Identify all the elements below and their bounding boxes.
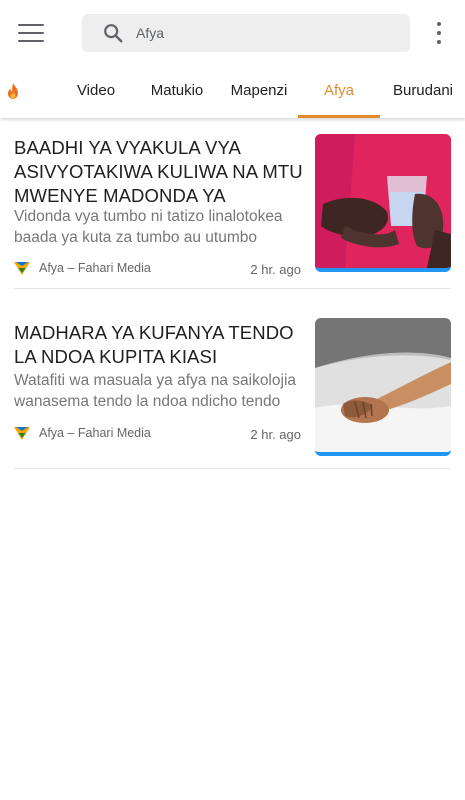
thumbnail-image-hands: [315, 318, 451, 452]
article-card[interactable]: BAADHI YA VYAKULA VYA ASIVYOTAKIWA KULIW…: [14, 118, 451, 289]
source-name: Afya – Fahari Media: [39, 261, 151, 275]
source-name: Afya – Fahari Media: [39, 426, 151, 440]
article-source: Afya – Fahari Media: [14, 259, 151, 277]
article-excerpt: Vidonda vya tumbo ni tatizo linalotokea …: [14, 208, 283, 246]
search-input[interactable]: [136, 14, 396, 52]
tab-trending[interactable]: [0, 66, 28, 116]
flame-icon: [8, 83, 18, 99]
tab-matukio[interactable]: Matukio: [140, 66, 214, 116]
tab-afya[interactable]: Afya: [298, 66, 380, 116]
article-excerpt: Watafiti wa masuala ya afya na saikoloji…: [14, 372, 297, 410]
tab-burudani[interactable]: Burudani: [384, 66, 462, 116]
fahari-media-logo-icon: [14, 262, 30, 275]
article-time: 2 hr. ago: [250, 262, 301, 277]
tab-video[interactable]: Video: [60, 66, 132, 116]
article-card[interactable]: MADHARA YA KUFANYA TENDO LA NDOA KUPITA …: [14, 303, 451, 469]
article-thumbnail[interactable]: [315, 318, 451, 456]
more-vertical-icon[interactable]: [429, 22, 449, 44]
thumbnail-image-stomach-pain: [315, 134, 451, 268]
hamburger-menu-icon[interactable]: [18, 21, 44, 45]
tab-mapenzi[interactable]: Mapenzi: [220, 66, 298, 116]
active-tab-indicator: [298, 115, 380, 118]
article-title[interactable]: BAADHI YA VYAKULA VYA ASIVYOTAKIWA KULIW…: [14, 136, 306, 208]
article-time: 2 hr. ago: [250, 427, 301, 442]
search-bar[interactable]: [82, 14, 410, 52]
top-app-bar: [0, 0, 465, 66]
search-icon[interactable]: [102, 22, 124, 44]
article-source: Afya – Fahari Media: [14, 424, 151, 442]
article-title[interactable]: MADHARA YA KUFANYA TENDO LA NDOA KUPITA …: [14, 321, 306, 369]
fahari-media-logo-icon: [14, 427, 30, 440]
category-tabs: Video Matukio Mapenzi Afya Burudani: [0, 66, 465, 118]
article-thumbnail[interactable]: [315, 134, 451, 272]
